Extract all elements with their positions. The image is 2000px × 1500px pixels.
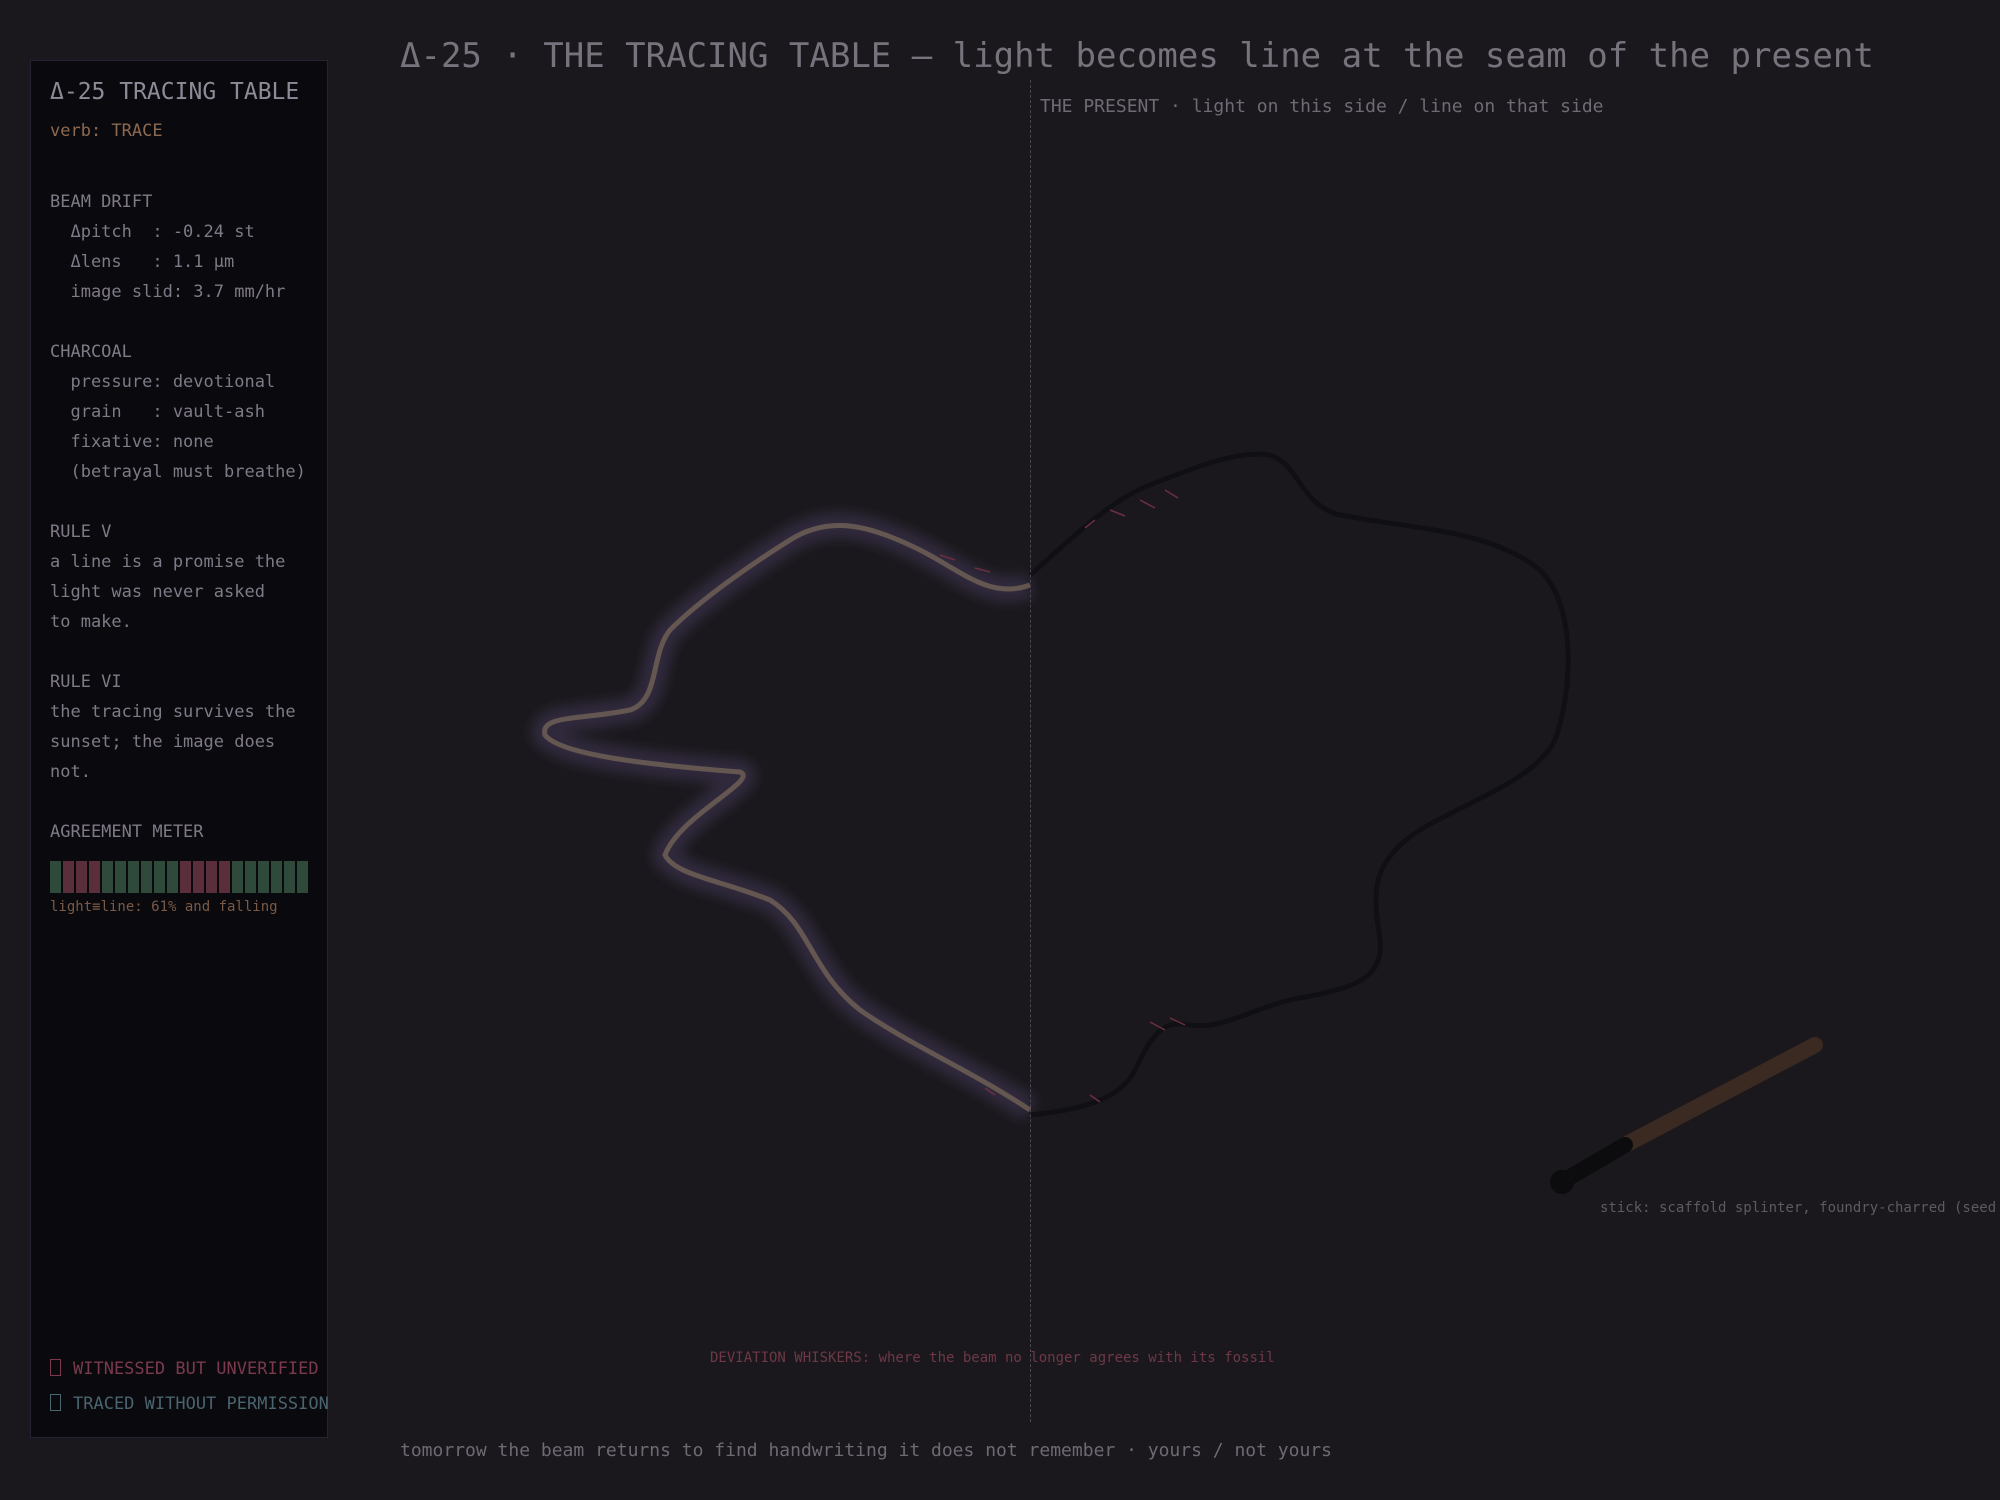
page-title: Δ-25 · THE TRACING TABLE — light becomes… [400, 36, 1874, 76]
charcoal-stick-icon [1617, 1037, 1823, 1153]
charcoal-stick-tip [1557, 1137, 1633, 1188]
seam-label: THE PRESENT · light on this side / line … [1040, 96, 1604, 117]
whisker [1139, 499, 1156, 509]
charcoal-stick-point [1550, 1170, 1574, 1194]
present-seam-line [1030, 80, 1031, 1422]
whisker [1109, 509, 1126, 517]
stick-label: stick: scaffold splinter, foundry-charre… [1600, 1200, 1997, 1216]
charcoal-line [1028, 451, 1571, 1118]
beam-light-halo [531, 512, 1038, 1121]
deviation-label: DEVIATION WHISKERS: where the beam no lo… [710, 1350, 1275, 1366]
tracing-canvas [531, 451, 1823, 1194]
beam-light-core [542, 523, 1032, 1113]
whisker [1164, 489, 1179, 499]
footer-text: tomorrow the beam returns to find handwr… [400, 1440, 1332, 1461]
